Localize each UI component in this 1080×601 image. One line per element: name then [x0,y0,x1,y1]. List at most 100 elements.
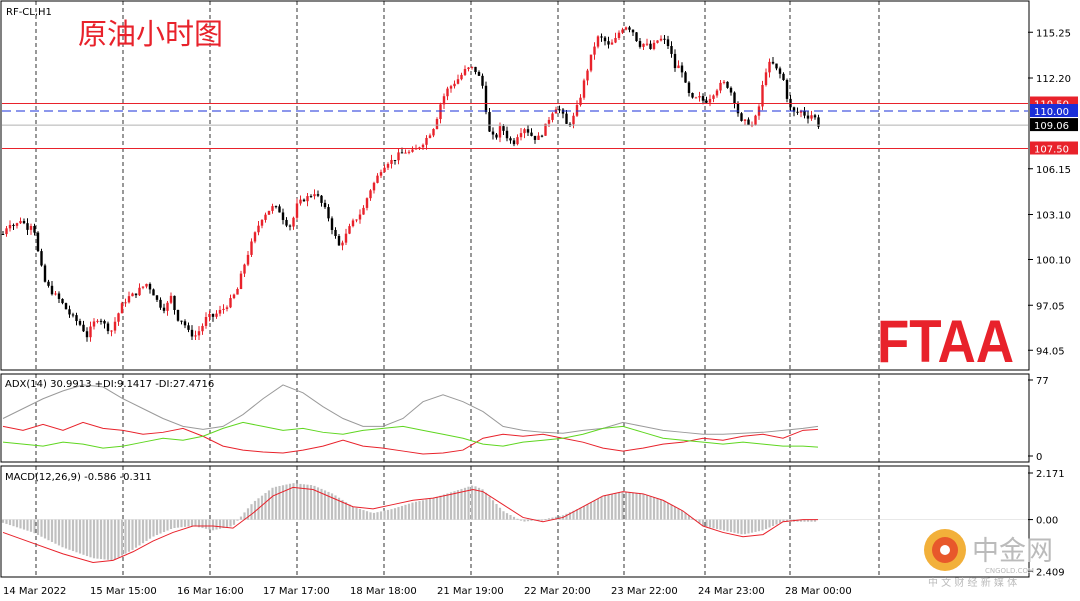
macd-histogram-bar [726,519,729,532]
macd-histogram-bar [467,486,470,520]
candle-body [638,41,642,47]
candle-body [323,202,327,208]
candle-body [628,27,631,30]
macd-histogram-bar [117,519,120,558]
macd-histogram-bar [624,492,628,520]
macd-histogram-bar [348,504,351,520]
macd-histogram-bar [131,519,134,550]
macd-histogram-bar [215,519,218,530]
candle-body [397,152,400,161]
macd-histogram-bar [589,502,593,520]
macd-histogram-bar [274,486,278,520]
candle-body [645,43,649,45]
candle-body [295,203,299,218]
macd-histogram-bar [498,507,502,520]
macd-histogram-bar [22,519,26,530]
macd-histogram-bar [229,519,232,527]
macd-histogram-bar [141,519,145,544]
candle-body [50,285,54,295]
candle-body [232,294,236,299]
candle-body [85,331,89,338]
adx-series-line [2,384,819,435]
macd-histogram-bar [743,519,747,535]
macd-histogram-bar [47,519,50,541]
candle-body [383,167,386,173]
adx-tick-label: 77 [1036,376,1049,387]
candle-body [680,65,684,73]
candle-body [386,163,390,168]
macd-histogram-bar [432,497,435,520]
candle-body [754,115,757,125]
candle-body [474,66,477,73]
macd-histogram-bar [309,485,313,520]
candle-body [68,309,71,315]
macd-histogram-bar [418,501,421,520]
macd-histogram-bar [159,519,162,534]
macd-histogram-bar [488,496,491,520]
macd-histogram-bar [271,487,274,520]
candle-body [813,115,817,118]
macd-histogram-bar [764,519,768,530]
candle-body [40,251,43,266]
price-tick-label: 115.25 [1036,28,1071,39]
macd-series [1,483,1028,563]
candle-body [218,309,222,314]
macd-histogram-bar [673,506,677,520]
candle-body [449,86,453,89]
candle-body [526,129,530,133]
candle-body [362,207,365,215]
macd-histogram-bar [659,499,663,520]
candle-body [330,218,334,230]
macd-histogram-bar [302,484,306,520]
candle-body [176,309,180,321]
candle-body [222,308,225,310]
cngold-domain: CNGOLD.COM [985,567,1034,575]
candle-body [26,223,29,230]
macd-histogram-bar [505,513,509,520]
candle-body [19,221,22,224]
macd-histogram-bar [236,519,239,521]
candle-body [778,68,782,74]
candle-body [488,112,491,132]
x-tick-label: 24 Mar 23:00 [698,586,765,597]
candle-body [78,321,82,325]
candle-body [288,225,292,227]
candle-body [327,207,330,219]
macd-histogram-bar [449,492,453,520]
macd-histogram-bar [593,500,596,520]
candle-body [348,226,351,234]
candle-body [540,135,544,137]
macd-histogram-bar [519,519,523,521]
price-tick-label: 97.05 [1036,301,1065,312]
candle-body [603,37,607,42]
macd-histogram-bar [421,500,425,520]
candle-body [656,40,659,43]
candle-body [155,295,159,300]
price-chart-canvas[interactable]: 110.50110.00109.06107.50 14 Mar 202215 M… [0,0,1080,601]
macd-histogram-bar [120,519,124,556]
candle-body [694,97,698,99]
macd-histogram-bar [267,490,271,520]
candle-body [530,132,533,136]
macd-histogram-bar [481,489,484,520]
candle-body [299,199,302,204]
macd-histogram-bar [547,518,551,520]
macd-histogram-bar [757,519,761,532]
candle-body [519,133,523,138]
macd-histogram-bar [411,502,414,520]
macd-histogram-bar [778,519,782,524]
candle-body [516,137,519,145]
x-tick-label: 21 Mar 19:00 [437,586,504,597]
macd-histogram-bar [544,519,547,521]
adx-lines [2,384,819,455]
macd-histogram-bar [474,486,477,520]
ftaa-logo-text: FTAA [877,308,1014,375]
candle-body [575,105,579,116]
candle-body [509,138,512,141]
candle-body [537,135,540,140]
candle-body [379,172,383,176]
macd-histogram-bar [78,519,82,554]
macd-histogram-bar [110,519,113,561]
candle-body [208,313,211,317]
candle-body [141,286,145,288]
